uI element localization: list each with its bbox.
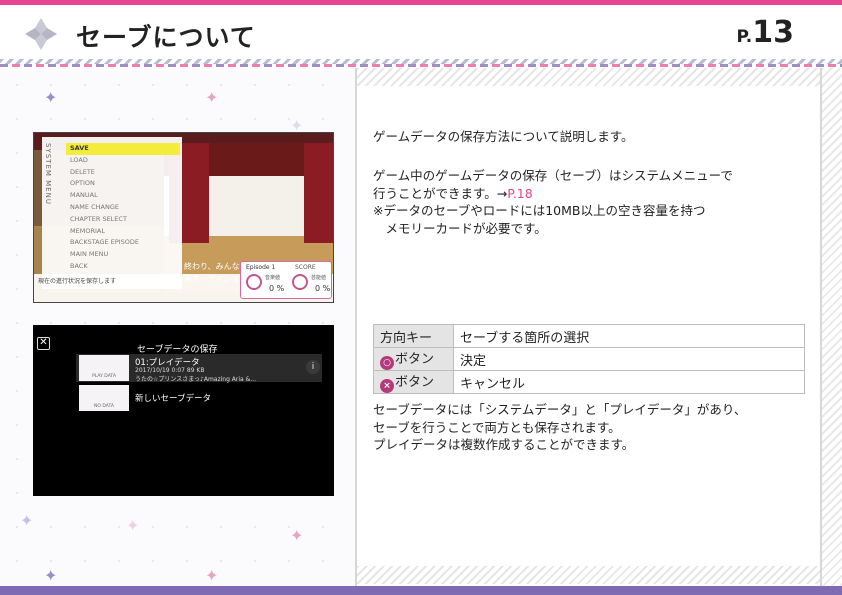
sparkle-icon: ✦	[126, 516, 140, 535]
system-menu-item: SAVE	[66, 143, 180, 155]
control-action: キャンセル	[453, 370, 805, 394]
control-key-label: ボタン	[395, 352, 435, 367]
gauge-value: 0 %	[269, 284, 285, 293]
system-menu-item: MANUAL	[70, 191, 98, 200]
control-action: 決定	[453, 347, 805, 371]
system-menu-screenshot: 終わり、みんな、 業オーディションの SYSTEM MENU SAVE LOAD D…	[33, 132, 334, 303]
system-menu-item: MEMORIAL	[70, 226, 105, 235]
info-icon: i	[306, 360, 320, 374]
curtain-right	[304, 143, 333, 243]
thumb-label: NO DATA	[94, 404, 114, 409]
system-menu-status: 現在の進行状況を保存します	[38, 278, 117, 285]
page-header: セーブについて P.13	[0, 5, 842, 60]
save-data-note: セーブデータには「システムデータ」と「プレイデータ」があり、 セーブを行うことで両…	[373, 402, 747, 452]
page-title: セーブについて	[76, 23, 256, 52]
system-menu-item: MAIN MENU	[70, 250, 109, 259]
header-dashes	[0, 64, 842, 67]
intro-text: ゲームデータの保存方法について説明します。	[373, 129, 634, 144]
control-key: 方向キー	[373, 324, 454, 348]
control-row: 方向キー セーブする箇所の選択	[373, 324, 805, 348]
diamond-logo-icon	[25, 18, 57, 50]
close-icon: ✕	[37, 337, 50, 350]
sparkle-icon: ✦	[205, 88, 219, 107]
talent-gauge-icon	[292, 274, 308, 290]
control-key-label: 方向キー	[380, 330, 433, 346]
sparkle-icon: ✦	[20, 511, 34, 530]
sparkle-icon: ✦	[44, 566, 58, 585]
system-menu-item: NAME CHANGE	[70, 202, 119, 211]
gauge-caption: 芸能値	[311, 275, 327, 281]
right-edge-pattern	[820, 68, 842, 586]
system-menu-item: LOAD	[70, 155, 88, 164]
control-key: × ボタン	[373, 370, 454, 394]
system-menu-item: DELETE	[70, 167, 95, 176]
bottom-accent-bar	[0, 586, 842, 595]
system-menu-list: SAVE LOAD DELETE OPTION MANUAL NAME CHANGE CHA…	[66, 143, 180, 273]
hatch-bottom	[357, 566, 822, 584]
sparkle-icon: ✦	[44, 88, 58, 107]
new-save-title: 新しいセーブデータ	[135, 394, 211, 404]
save-slot-subtitle: うたの☆プリンスさまっ♪Amazing Aria &...	[135, 376, 257, 383]
score-label: SCORE	[295, 264, 316, 271]
system-menu-panel: SYSTEM MENU SAVE LOAD DELETE OPTION MANUAL NA…	[42, 137, 182, 289]
page-number: P.13	[736, 15, 794, 50]
control-row: × ボタン キャンセル	[373, 370, 805, 394]
save-thumbnail: NO DATA	[79, 385, 129, 411]
gauge-caption: 音楽値	[265, 275, 281, 281]
save-slot-row: PLAY DATA 01:プレイデータ 2017/10/19 0:07 89 K…	[76, 354, 322, 383]
page-link[interactable]: P.18	[507, 186, 532, 201]
sparkle-icon: ✦	[290, 526, 304, 545]
system-menu-item: CHAPTER SELECT	[70, 214, 127, 223]
hatch-top	[357, 68, 822, 86]
episode-score-box: Episode 1 SCORE 音楽値 0 % 芸能値 0 %	[240, 261, 332, 299]
system-menu-item: BACKSTAGE EPISODE	[70, 238, 140, 247]
system-menu-item: OPTION	[70, 179, 95, 188]
save-dialog-screenshot: ✕ セーブデータの保存 PLAY DATA 01:プレイデータ 2017/10/…	[33, 325, 334, 496]
music-gauge-icon	[246, 274, 262, 290]
control-row: ○ ボタン 決定	[373, 347, 805, 371]
cross-button-icon: ×	[380, 379, 394, 393]
sparkle-icon: ✦	[205, 566, 219, 585]
system-menu-title: SYSTEM MENU	[44, 143, 52, 205]
save-thumbnail: PLAY DATA	[79, 355, 129, 381]
thumb-label: PLAY DATA	[92, 374, 116, 379]
episode-label: Episode 1	[246, 264, 276, 271]
system-menu-item: BACK	[70, 261, 88, 270]
new-save-row: NO DATA 新しいセーブデータ	[76, 384, 322, 412]
circle-button-icon: ○	[380, 356, 394, 370]
save-explanation: ゲーム中のゲームデータの保存（セーブ）はシステムメニューで 行うことができます。→…	[373, 168, 733, 236]
control-key: ○ ボタン	[373, 347, 454, 371]
gauge-value: 0 %	[315, 284, 331, 293]
control-action: セーブする箇所の選択	[453, 324, 805, 348]
save-slot-meta: 2017/10/19 0:07 89 KB	[135, 367, 205, 374]
controls-table: 方向キー セーブする箇所の選択 ○ ボタン 決定 × ボタン キャンセル	[373, 324, 805, 394]
control-key-label: ボタン	[395, 375, 435, 390]
